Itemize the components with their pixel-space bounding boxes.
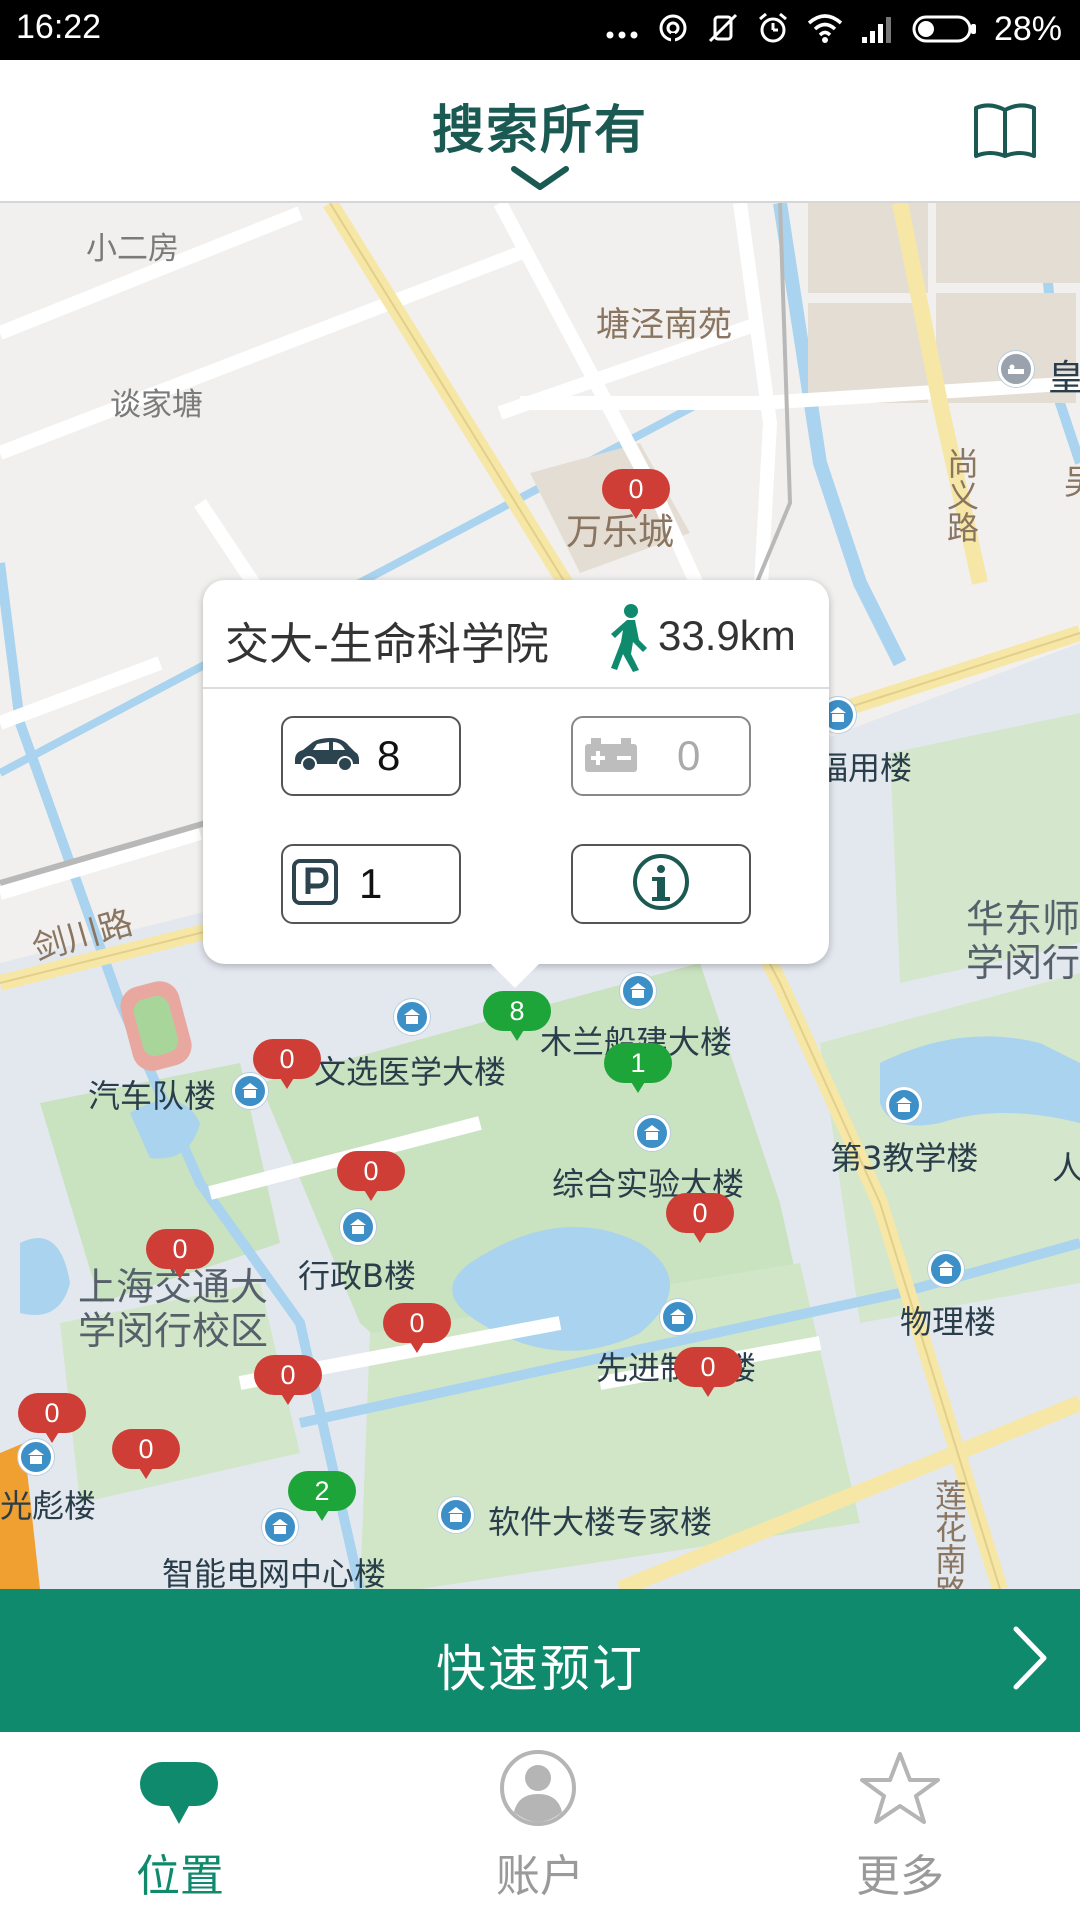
hotel-icon [998, 351, 1034, 387]
station-marker[interactable]: 1 [604, 1043, 672, 1097]
car-icon [291, 734, 361, 778]
bottom-nav: 位置 账户 更多 [0, 1732, 1080, 1920]
nav-label: 更多 [856, 1851, 944, 1902]
hotspot-icon [656, 11, 690, 49]
available-cars-button[interactable]: 8 [281, 716, 461, 796]
info-icon [631, 852, 691, 916]
map-label: 尚义路 [942, 447, 980, 543]
nav-label: 账户 [496, 1851, 584, 1902]
user-avatar-icon [498, 1748, 578, 1832]
station-marker[interactable]: 2 [288, 1471, 356, 1525]
parking-icon [291, 858, 339, 910]
signal-icon [860, 11, 896, 49]
star-icon [860, 1750, 940, 1830]
nav-item-account[interactable]: 账户 [360, 1732, 720, 1920]
book-icon[interactable] [972, 100, 1038, 164]
station-marker[interactable]: 8 [483, 991, 551, 1045]
popup-pointer [487, 960, 543, 988]
charging-button[interactable]: 0 [571, 716, 751, 796]
station-marker[interactable]: 0 [602, 469, 670, 523]
chevron-right-icon [1010, 1623, 1050, 1697]
status-time: 16:22 [16, 8, 102, 46]
app-root: 16:22 28% 搜索所有 小二房 塘泾南苑 皇 谈家塘 万乐城 尚义路 剑川… [0, 0, 1080, 1920]
station-name: 交大-生命科学院 [225, 619, 549, 670]
charging-count: 0 [677, 732, 701, 779]
map-label: 小二房 [86, 231, 179, 267]
building-icon [886, 1087, 922, 1123]
building-icon [928, 1251, 964, 1287]
map-label: 光彪楼 [0, 1487, 97, 1525]
station-info-button[interactable] [571, 844, 751, 924]
parking-button[interactable]: 1 [281, 844, 461, 924]
map-label: 文选医学大楼 [314, 1053, 507, 1091]
quick-book-button[interactable]: 快速预订 [0, 1589, 1080, 1732]
map-label: 人 [1052, 1149, 1080, 1187]
battery-percent: 28% [993, 10, 1062, 48]
nav-item-location[interactable]: 位置 [0, 1732, 360, 1920]
map-label: 塘泾南苑 [596, 305, 732, 345]
map-label: 汽车队楼 [88, 1077, 217, 1115]
header-bar: 搜索所有 [0, 60, 1080, 203]
map-label: 莲花南路 [930, 1479, 968, 1589]
station-marker[interactable]: 0 [254, 1355, 322, 1409]
station-marker[interactable]: 0 [337, 1151, 405, 1205]
status-icons: 28% [604, 10, 1062, 49]
battery-charge-icon [581, 734, 641, 778]
popup-divider [203, 687, 829, 689]
wifi-icon [806, 11, 844, 49]
building-icon [394, 999, 430, 1035]
map-label: 物理楼 [900, 1303, 997, 1341]
building-icon [620, 973, 656, 1009]
map-label: 谈家塘 [110, 387, 203, 423]
map-view[interactable]: 小二房 塘泾南苑 皇 谈家塘 万乐城 尚义路 吴 剑川路 福用楼 华东师 学闵行… [0, 203, 1080, 1589]
location-chat-icon [138, 1760, 222, 1834]
map-label: 行政B楼 [298, 1257, 416, 1295]
parking-count: 1 [359, 860, 383, 907]
station-info-popup: 交大-生命科学院 33.9km 8 0 1 [203, 580, 829, 988]
station-marker[interactable]: 0 [112, 1429, 180, 1483]
station-marker[interactable]: 0 [666, 1193, 734, 1247]
map-label: 华东师 学闵行 [966, 897, 1080, 985]
building-icon [634, 1115, 670, 1151]
status-bar: 16:22 28% [0, 0, 1080, 60]
building-icon [660, 1299, 696, 1335]
silent-icon [706, 11, 740, 49]
map-label: 福用楼 [816, 749, 913, 787]
nav-label: 位置 [136, 1851, 224, 1902]
quick-book-label: 快速预订 [436, 1640, 644, 1698]
walking-person-icon [603, 602, 653, 676]
nav-item-more[interactable]: 更多 [720, 1732, 1080, 1920]
alarm-icon [756, 11, 790, 49]
chevron-down-icon[interactable] [510, 165, 570, 197]
map-label: 软件大楼专家楼 [488, 1503, 713, 1541]
map-label: 皇 [1048, 358, 1080, 399]
cars-count: 8 [377, 732, 401, 779]
building-icon [340, 1209, 376, 1245]
map-label: 智能电网中心楼 [162, 1555, 387, 1589]
station-marker[interactable]: 0 [383, 1303, 451, 1357]
station-marker[interactable]: 0 [146, 1229, 214, 1283]
more-dots-icon [604, 11, 640, 49]
station-marker[interactable]: 0 [674, 1347, 742, 1401]
battery-icon [912, 11, 978, 49]
walking-distance: 33.9km [658, 612, 796, 659]
map-label: 第3教学楼 [830, 1139, 979, 1177]
search-scope-title[interactable]: 搜索所有 [0, 88, 1080, 163]
building-icon [438, 1497, 474, 1533]
station-marker[interactable]: 0 [18, 1393, 86, 1447]
station-marker[interactable]: 0 [253, 1039, 321, 1093]
map-label: 吴 [1064, 455, 1080, 504]
